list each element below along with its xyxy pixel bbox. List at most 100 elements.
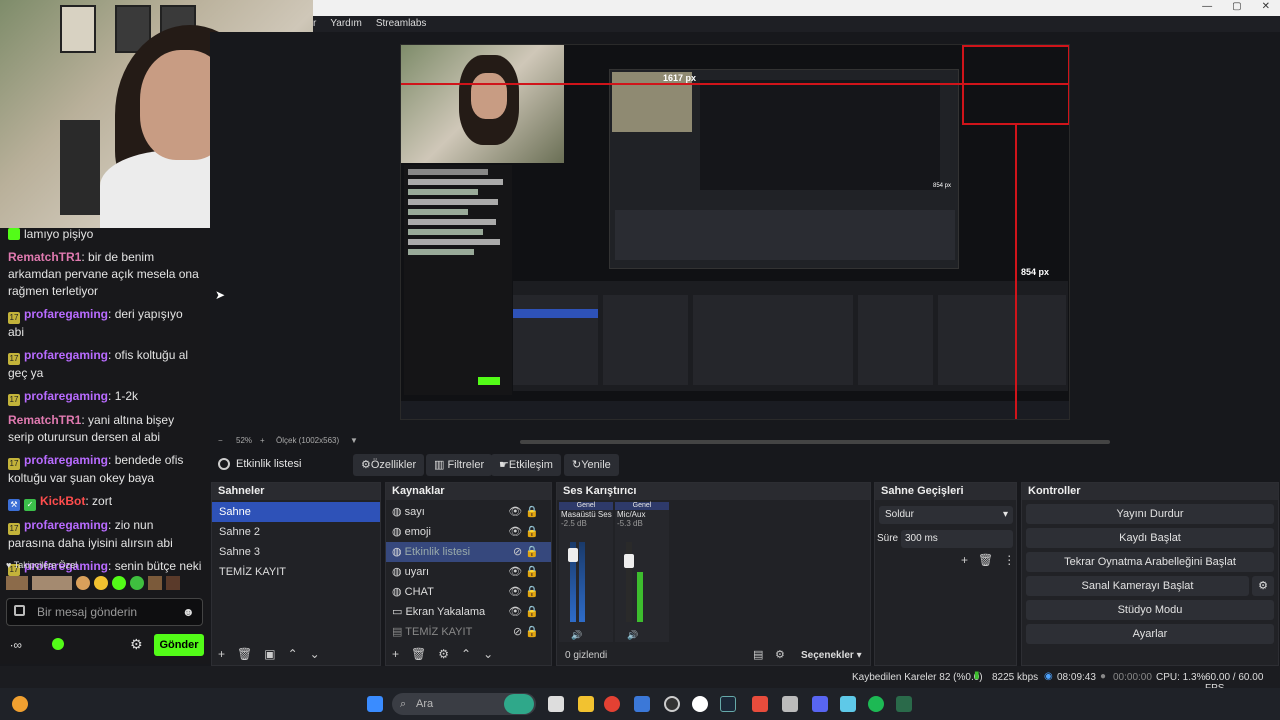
- minimize-button[interactable]: —: [1202, 1, 1212, 12]
- obs-icon[interactable]: [664, 696, 680, 712]
- filter-icon: ▥: [434, 459, 448, 471]
- interact-button[interactable]: ☛Etkileşim: [491, 454, 561, 476]
- chat-settings-icon[interactable]: [14, 605, 25, 616]
- start-virtual-camera-button[interactable]: Sanal Kamerayı Başlat: [1026, 576, 1249, 596]
- zoom-out-button[interactable]: −: [218, 436, 223, 445]
- move-down-button[interactable]: ⌄: [483, 647, 493, 661]
- gear-icon[interactable]: ⚙: [130, 636, 143, 653]
- scene-filter-button[interactable]: ▣: [264, 647, 275, 661]
- source-item[interactable]: ◍ uyarı 👁 🔒: [386, 562, 551, 582]
- audio-mixer-dock: Ses Karıştırıcı Genel Masaüstü Ses -2.5 …: [556, 482, 871, 666]
- start-recording-button[interactable]: Kaydı Başlat: [1026, 528, 1274, 548]
- scene-item[interactable]: Sahne 3: [212, 542, 380, 562]
- menu-streamlabs[interactable]: Streamlabs: [376, 16, 427, 32]
- visibility-eye-icon[interactable]: 👁 🔒: [508, 562, 539, 582]
- visibility-eye-icon[interactable]: 👁 🔒: [508, 502, 539, 522]
- nested-mixer: [693, 295, 853, 385]
- bitrate: 8225 kbps: [992, 672, 1039, 683]
- studio-mode-button[interactable]: Stüdyo Modu: [1026, 600, 1274, 620]
- emote-icon[interactable]: [32, 576, 72, 590]
- hidden-eye-icon[interactable]: ⊘ 🔒: [513, 622, 539, 642]
- start-replay-buffer-button[interactable]: Tekrar Oynatma Arabelleğini Başlat: [1026, 552, 1274, 572]
- source-item[interactable]: ◍ emoji 👁 🔒: [386, 522, 551, 542]
- emote-icon[interactable]: [94, 576, 108, 590]
- send-button[interactable]: Gönder: [154, 634, 204, 656]
- emote-icon[interactable]: [130, 576, 144, 590]
- emoji-icon[interactable]: ☻: [182, 605, 195, 619]
- remove-source-button[interactable]: 🗑: [411, 647, 426, 661]
- move-up-button[interactable]: ⌃: [288, 647, 298, 661]
- emote-icon[interactable]: [112, 576, 126, 590]
- program-preview[interactable]: 1617 px 854 px 854 px: [400, 44, 1070, 420]
- source-item[interactable]: ▭ Ekran Yakalama 👁 🔒: [386, 602, 551, 622]
- app-icon[interactable]: [752, 696, 768, 712]
- duration-input[interactable]: 300 ms: [901, 530, 1013, 548]
- move-down-button[interactable]: ⌄: [310, 647, 320, 661]
- hidden-eye-icon[interactable]: ⊘ 🔒: [513, 542, 539, 562]
- visibility-eye-icon[interactable]: 👁 🔒: [508, 582, 539, 602]
- app-icon[interactable]: [896, 696, 912, 712]
- window-controls: — ▢ ✕: [1202, 1, 1270, 12]
- scene-item[interactable]: Sahne: [212, 502, 380, 522]
- source-item[interactable]: ◍ sayı 👁 🔒: [386, 502, 551, 522]
- add-source-button[interactable]: +: [392, 647, 399, 661]
- emote-icon[interactable]: [76, 576, 90, 590]
- speaker-icon[interactable]: 🔊: [571, 630, 582, 641]
- search-highlight-icon: [504, 694, 534, 714]
- duration-label: Süre: [877, 533, 899, 544]
- properties-button[interactable]: ⚙Özellikler: [353, 454, 425, 476]
- add-scene-button[interactable]: +: [218, 647, 225, 661]
- scale-dropdown-icon[interactable]: ▼: [350, 436, 358, 445]
- spotify-icon[interactable]: [868, 696, 884, 712]
- discord-icon[interactable]: [812, 696, 828, 712]
- maximize-button[interactable]: ▢: [1232, 1, 1241, 12]
- steam-icon[interactable]: [720, 696, 736, 712]
- filters-button[interactable]: ▥ Filtreler: [426, 454, 493, 476]
- file-explorer-icon[interactable]: [578, 696, 594, 712]
- emote-icon[interactable]: [166, 576, 180, 590]
- source-item[interactable]: ▤ TEMİZ KAYIT ⊘ 🔒: [386, 622, 551, 642]
- settings-button[interactable]: Ayarlar: [1026, 624, 1274, 644]
- close-button[interactable]: ✕: [1262, 1, 1270, 12]
- task-view-icon[interactable]: [548, 696, 564, 712]
- remove-scene-button[interactable]: 🗑: [237, 647, 252, 661]
- volume-fader[interactable]: [568, 548, 578, 562]
- points-icon[interactable]: ∙∞: [10, 638, 22, 652]
- refresh-button[interactable]: ↻Yenile: [564, 454, 619, 476]
- app-icon[interactable]: [782, 696, 798, 712]
- mixer-settings-icon[interactable]: ⚙: [775, 648, 785, 661]
- emote-icon[interactable]: [6, 576, 28, 590]
- chrome-icon[interactable]: [604, 696, 620, 712]
- gear-icon[interactable]: ⚙: [1252, 576, 1274, 596]
- horizontal-scrollbar[interactable]: [520, 440, 1110, 444]
- move-up-button[interactable]: ⌃: [461, 647, 471, 661]
- source-item[interactable]: ◍ CHAT 👁 🔒: [386, 582, 551, 602]
- scene-item[interactable]: Sahne 2: [212, 522, 380, 542]
- scene-item[interactable]: TEMİZ KAYIT: [212, 562, 380, 582]
- speaker-icon[interactable]: 🔊: [627, 630, 638, 641]
- wall-poster: [60, 5, 96, 53]
- transition-select[interactable]: Soldur ▾: [879, 506, 1013, 524]
- windows-start-icon[interactable]: [367, 696, 383, 712]
- stream-time: 08:09:43: [1057, 672, 1096, 683]
- weather-icon[interactable]: [12, 696, 28, 712]
- channel-db: -2.5 dB: [561, 519, 587, 528]
- emote-icon[interactable]: [148, 576, 162, 590]
- options-button[interactable]: Seçenekler ▾: [801, 650, 862, 661]
- mixer-layout-icon[interactable]: ▤: [753, 648, 763, 661]
- add-transition-button[interactable]: +: [961, 553, 968, 567]
- zoom-in-button[interactable]: +: [260, 436, 265, 445]
- remove-transition-button[interactable]: 🗑: [978, 553, 993, 567]
- notes-icon[interactable]: [840, 696, 856, 712]
- chat-input[interactable]: Bir mesaj gönderin: [6, 598, 203, 626]
- source-item[interactable]: ◍ Etkinlik listesi ⊘ 🔒: [386, 542, 551, 562]
- more-options-icon[interactable]: ⋮: [1003, 553, 1015, 567]
- menu-help[interactable]: Yardım: [330, 16, 362, 32]
- source-settings-button[interactable]: ⚙: [438, 647, 449, 661]
- stop-streaming-button[interactable]: Yayını Durdur: [1026, 504, 1274, 524]
- visibility-eye-icon[interactable]: 👁 🔒: [508, 602, 539, 622]
- outlook-icon[interactable]: [634, 696, 650, 712]
- visibility-eye-icon[interactable]: 👁 🔒: [508, 522, 539, 542]
- volume-fader[interactable]: [624, 554, 634, 568]
- app-icon[interactable]: [692, 696, 708, 712]
